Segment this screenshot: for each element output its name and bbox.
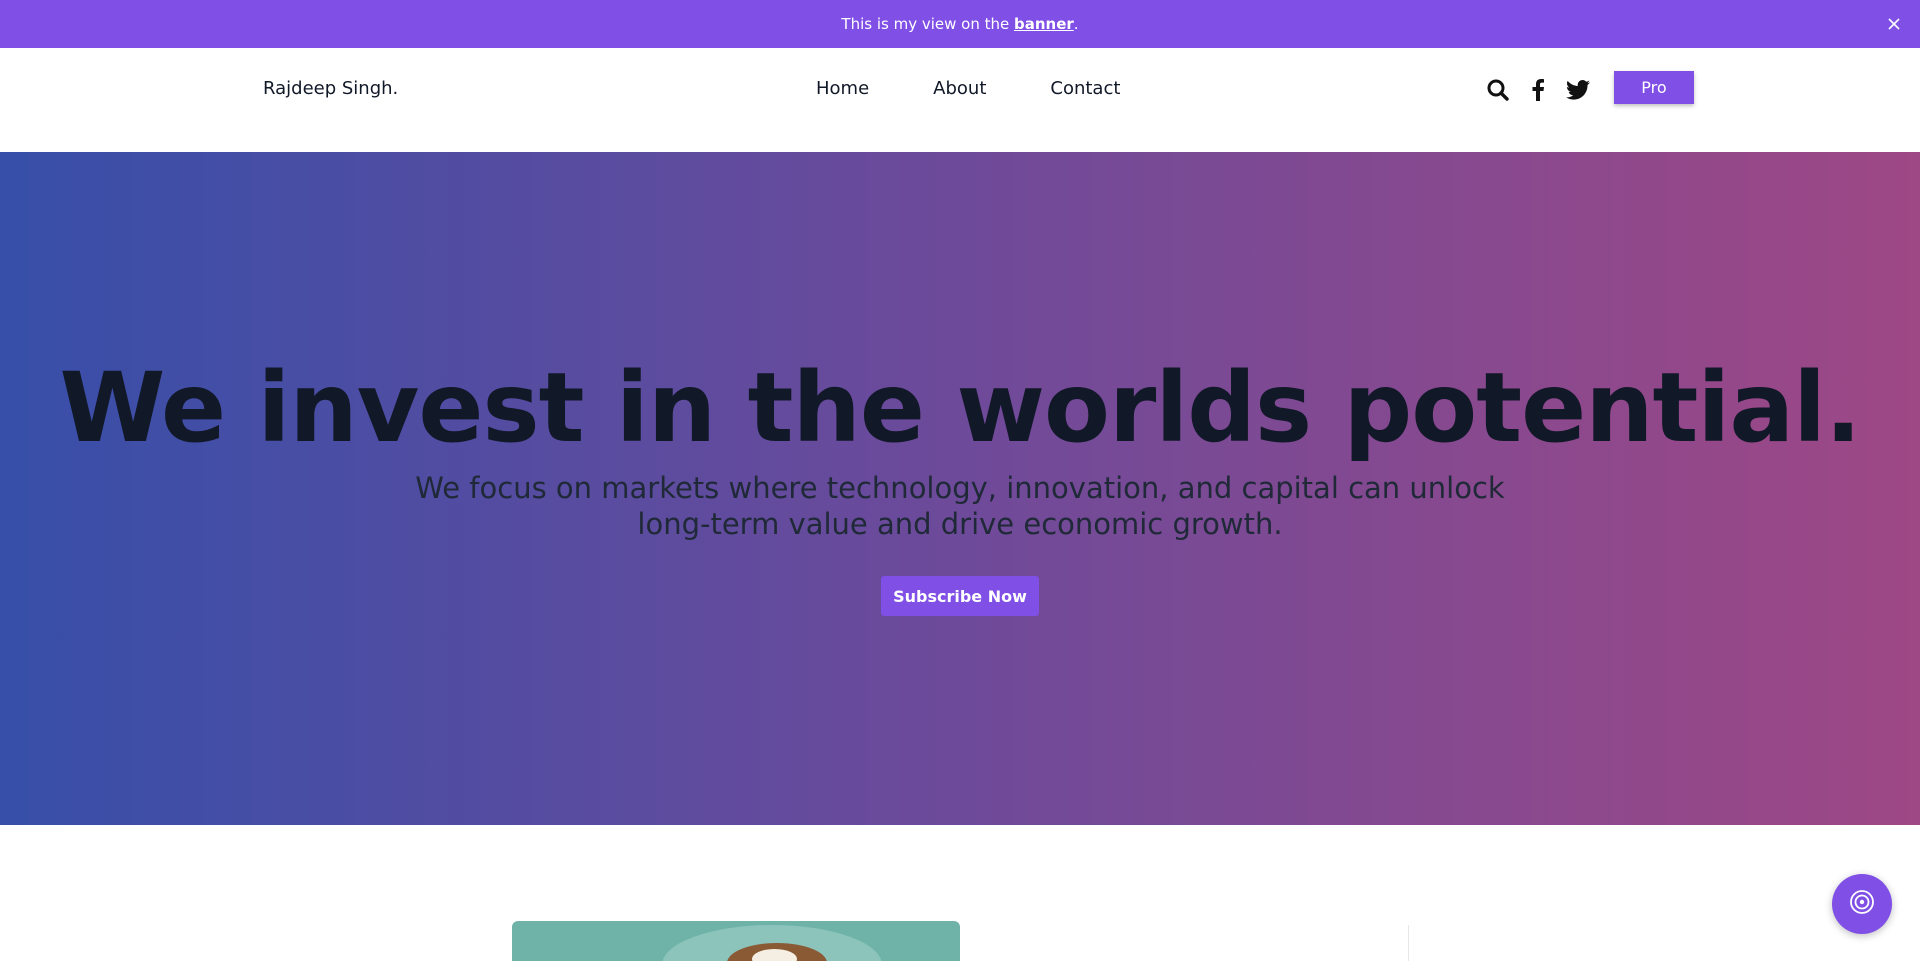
brand-logo[interactable]: Rajdeep Singh. <box>263 78 398 99</box>
facebook-icon[interactable] <box>1526 76 1550 104</box>
nav-home[interactable]: Home <box>816 78 869 99</box>
twitter-icon[interactable] <box>1566 76 1590 104</box>
close-icon[interactable] <box>1884 14 1904 34</box>
announcement-banner: This is my view on the banner. <box>0 0 1920 48</box>
main-nav: Home About Contact <box>816 78 1120 99</box>
nav-contact[interactable]: Contact <box>1050 78 1120 99</box>
featured-post-image[interactable] <box>512 921 960 961</box>
announcement-text-before: This is my view on the <box>841 15 1014 33</box>
search-icon[interactable] <box>1486 76 1510 104</box>
column-divider <box>1408 925 1409 961</box>
announcement-text-after: . <box>1073 15 1079 33</box>
chat-support-icon <box>1848 888 1876 920</box>
announcement-text: This is my view on the banner. <box>841 15 1078 33</box>
hero-title: We invest in the worlds potential. <box>59 352 1862 464</box>
nav-about[interactable]: About <box>933 78 986 99</box>
site-header: Rajdeep Singh. Home About Contact Pro <box>0 48 1920 152</box>
hero-subtitle: We focus on markets where technology, in… <box>415 471 1505 541</box>
subscribe-button[interactable]: Subscribe Now <box>881 576 1039 616</box>
pro-button[interactable]: Pro <box>1614 71 1694 104</box>
announcement-link[interactable]: banner <box>1014 15 1074 33</box>
hero-section: We invest in the worlds potential. We fo… <box>0 152 1920 825</box>
header-icons <box>1486 76 1590 104</box>
chat-support-button[interactable] <box>1832 874 1892 934</box>
